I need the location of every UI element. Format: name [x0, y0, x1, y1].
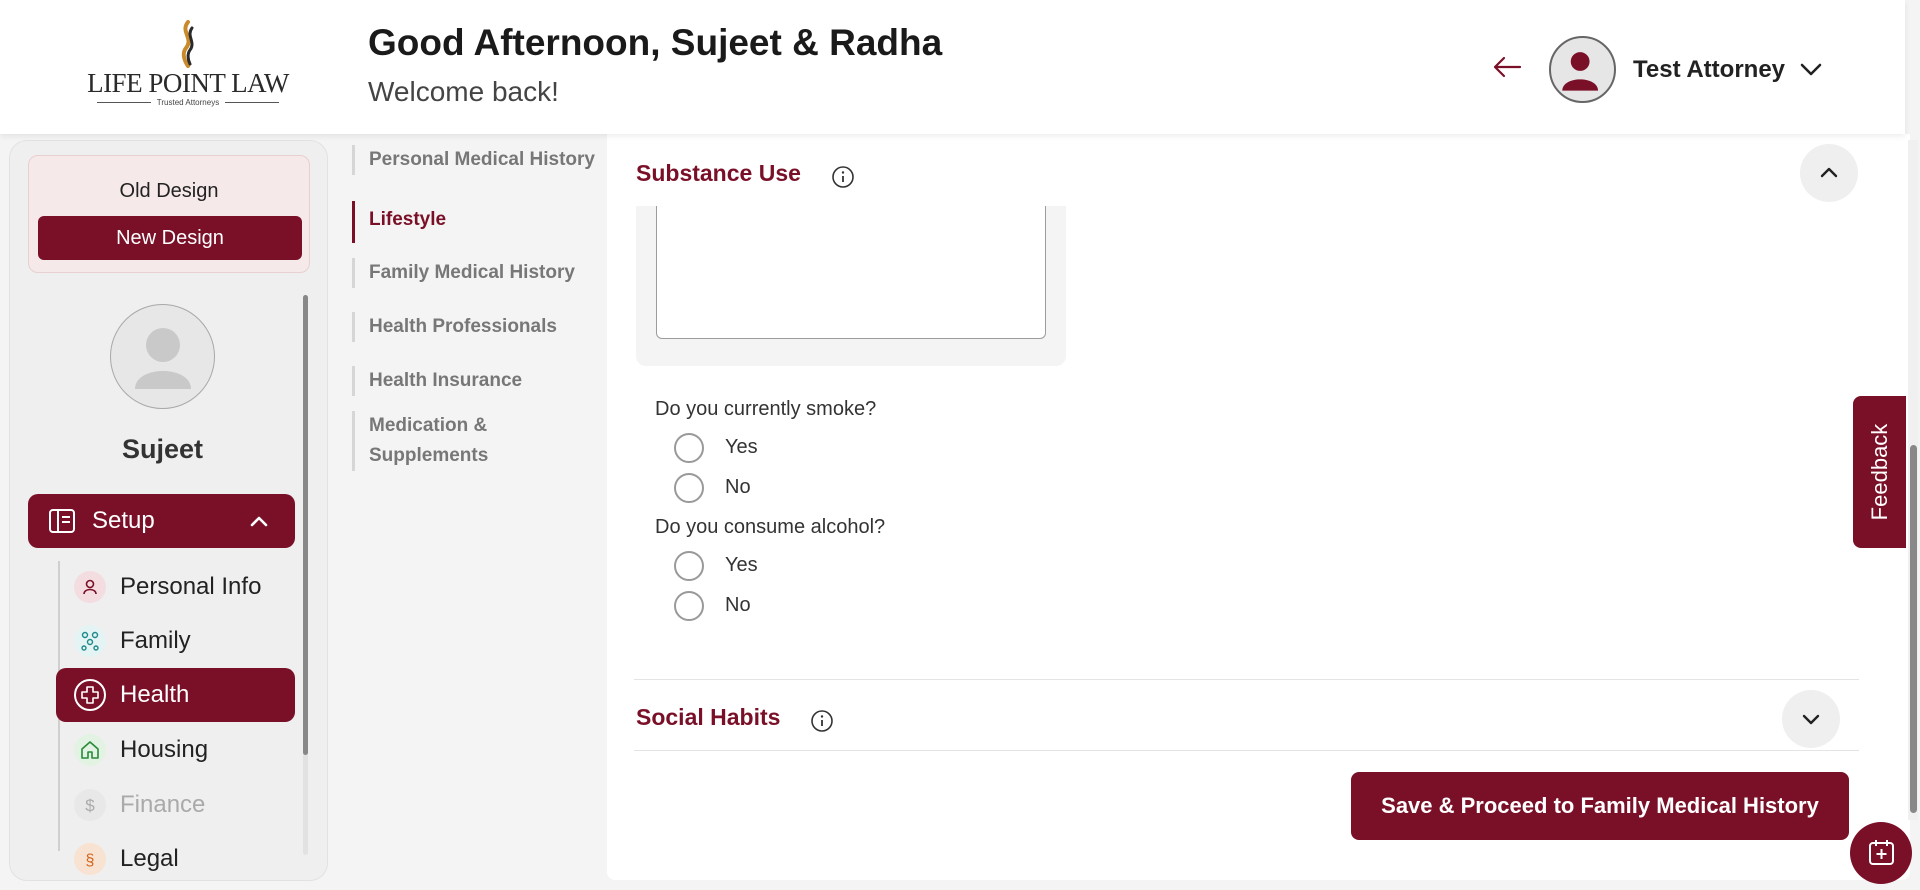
section-nav-health-insurance[interactable]: Health Insurance: [352, 366, 602, 396]
user-name[interactable]: Test Attorney: [1633, 56, 1785, 84]
smoke-yes-radio[interactable]: [674, 433, 704, 463]
sidebar-item-label: Personal Info: [120, 573, 262, 600]
left-sidebar: Old Design New Design Sujeet Setup Perso…: [9, 140, 328, 881]
welcome-subtitle: Welcome back!: [368, 76, 559, 107]
person-placeholder-icon: [135, 328, 191, 389]
social-habits-title: Social Habits: [636, 704, 781, 730]
setup-panel-icon: [49, 509, 75, 533]
sidebar-item-personal-info[interactable]: Personal Info: [56, 560, 295, 614]
sidebar-item-family[interactable]: Family: [56, 614, 295, 668]
back-arrow-icon[interactable]: [1492, 54, 1522, 80]
sidebar-item-label: Finance: [120, 791, 206, 818]
sidebar-item-label: Legal: [120, 845, 179, 872]
sidebar-scrollbar-thumb[interactable]: [303, 295, 308, 755]
setup-menu-toggle[interactable]: Setup: [28, 494, 295, 548]
legal-icon: §: [74, 843, 106, 875]
alcohol-no-radio[interactable]: [674, 591, 704, 621]
life-point-law-logo[interactable]: LIFE POINT LAW Trusted Attorneys: [86, 20, 290, 110]
alcohol-yes-radio[interactable]: [674, 551, 704, 581]
sidebar-item-label: Housing: [120, 736, 209, 763]
substance-use-collapse-button[interactable]: [1800, 144, 1858, 202]
substance-use-title: Substance Use: [636, 160, 801, 186]
main-content-panel: Substance Use Do you currently smoke? Ye…: [607, 134, 1910, 880]
sidebar-item-label: Family: [120, 627, 191, 654]
feedback-label: Feedback: [1866, 423, 1892, 521]
house-icon: [74, 734, 106, 766]
smoke-question: Do you currently smoke?: [655, 398, 877, 420]
flame-logo-icon: [181, 20, 194, 68]
section-nav-lifestyle[interactable]: Lifestyle: [352, 201, 602, 243]
section-divider: [634, 679, 1859, 680]
sidebar-item-housing[interactable]: Housing: [56, 723, 295, 777]
alcohol-no-label: No: [725, 594, 751, 616]
chevron-down-icon[interactable]: [1798, 58, 1824, 80]
chevron-down-icon: [1802, 714, 1820, 725]
section-divider: [634, 750, 1859, 751]
alcohol-question: Do you consume alcohol?: [655, 516, 886, 538]
sidebar-item-health[interactable]: Health: [56, 668, 295, 722]
greeting-title: Good Afternoon, Sujeet & Radha: [368, 22, 943, 63]
smoke-yes-label: Yes: [725, 436, 758, 458]
person-icon: [74, 571, 106, 603]
substance-use-notes-textarea[interactable]: [656, 206, 1046, 339]
dollar-icon: $: [74, 789, 106, 821]
smoke-no-label: No: [725, 476, 751, 498]
chevron-up-icon: [1820, 167, 1838, 178]
family-tree-icon: [74, 625, 106, 657]
add-calendar-icon: [1869, 840, 1894, 865]
page-scrollbar-thumb[interactable]: [1910, 445, 1917, 813]
info-icon[interactable]: [831, 165, 855, 189]
logo-tagline: Trusted Attorneys: [86, 98, 290, 107]
user-avatar[interactable]: [1549, 36, 1616, 103]
sidebar-item-legal[interactable]: § Legal: [56, 832, 295, 880]
new-design-button[interactable]: New Design: [38, 216, 302, 260]
section-nav-personal-medical-history[interactable]: Personal Medical History: [352, 145, 602, 175]
setup-label: Setup: [92, 507, 155, 534]
sidebar-item-finance[interactable]: $ Finance: [56, 778, 295, 832]
health-cross-icon: [74, 679, 106, 711]
substance-use-notes-container: [636, 206, 1066, 366]
smoke-no-radio[interactable]: [674, 473, 704, 503]
top-header: LIFE POINT LAW Trusted Attorneys Good Af…: [0, 0, 1905, 134]
section-nav-health-professionals[interactable]: Health Professionals: [352, 312, 602, 342]
section-nav-family-medical-history[interactable]: Family Medical History: [352, 258, 602, 288]
add-note-fab-button[interactable]: [1850, 822, 1912, 884]
old-design-option[interactable]: Old Design: [29, 180, 309, 203]
svg-text:§: §: [86, 852, 95, 869]
social-habits-expand-button[interactable]: [1782, 690, 1840, 748]
profile-name: Sujeet: [121, 434, 204, 464]
user-avatar-icon: [1562, 52, 1599, 91]
logo-text: LIFE POINT LAW: [87, 68, 289, 98]
svg-text:$: $: [85, 796, 95, 815]
sidebar-item-label: Health: [120, 681, 190, 708]
chevron-up-icon: [250, 516, 268, 527]
alcohol-yes-label: Yes: [725, 554, 758, 576]
feedback-tab[interactable]: Feedback: [1853, 396, 1906, 548]
profile-avatar: [110, 304, 215, 409]
design-toggle: Old Design New Design: [28, 155, 310, 273]
info-icon[interactable]: [810, 709, 834, 733]
save-proceed-button[interactable]: Save & Proceed to Family Medical History: [1351, 772, 1849, 840]
section-nav-medication-supplements[interactable]: Medication & Supplements: [352, 411, 552, 471]
